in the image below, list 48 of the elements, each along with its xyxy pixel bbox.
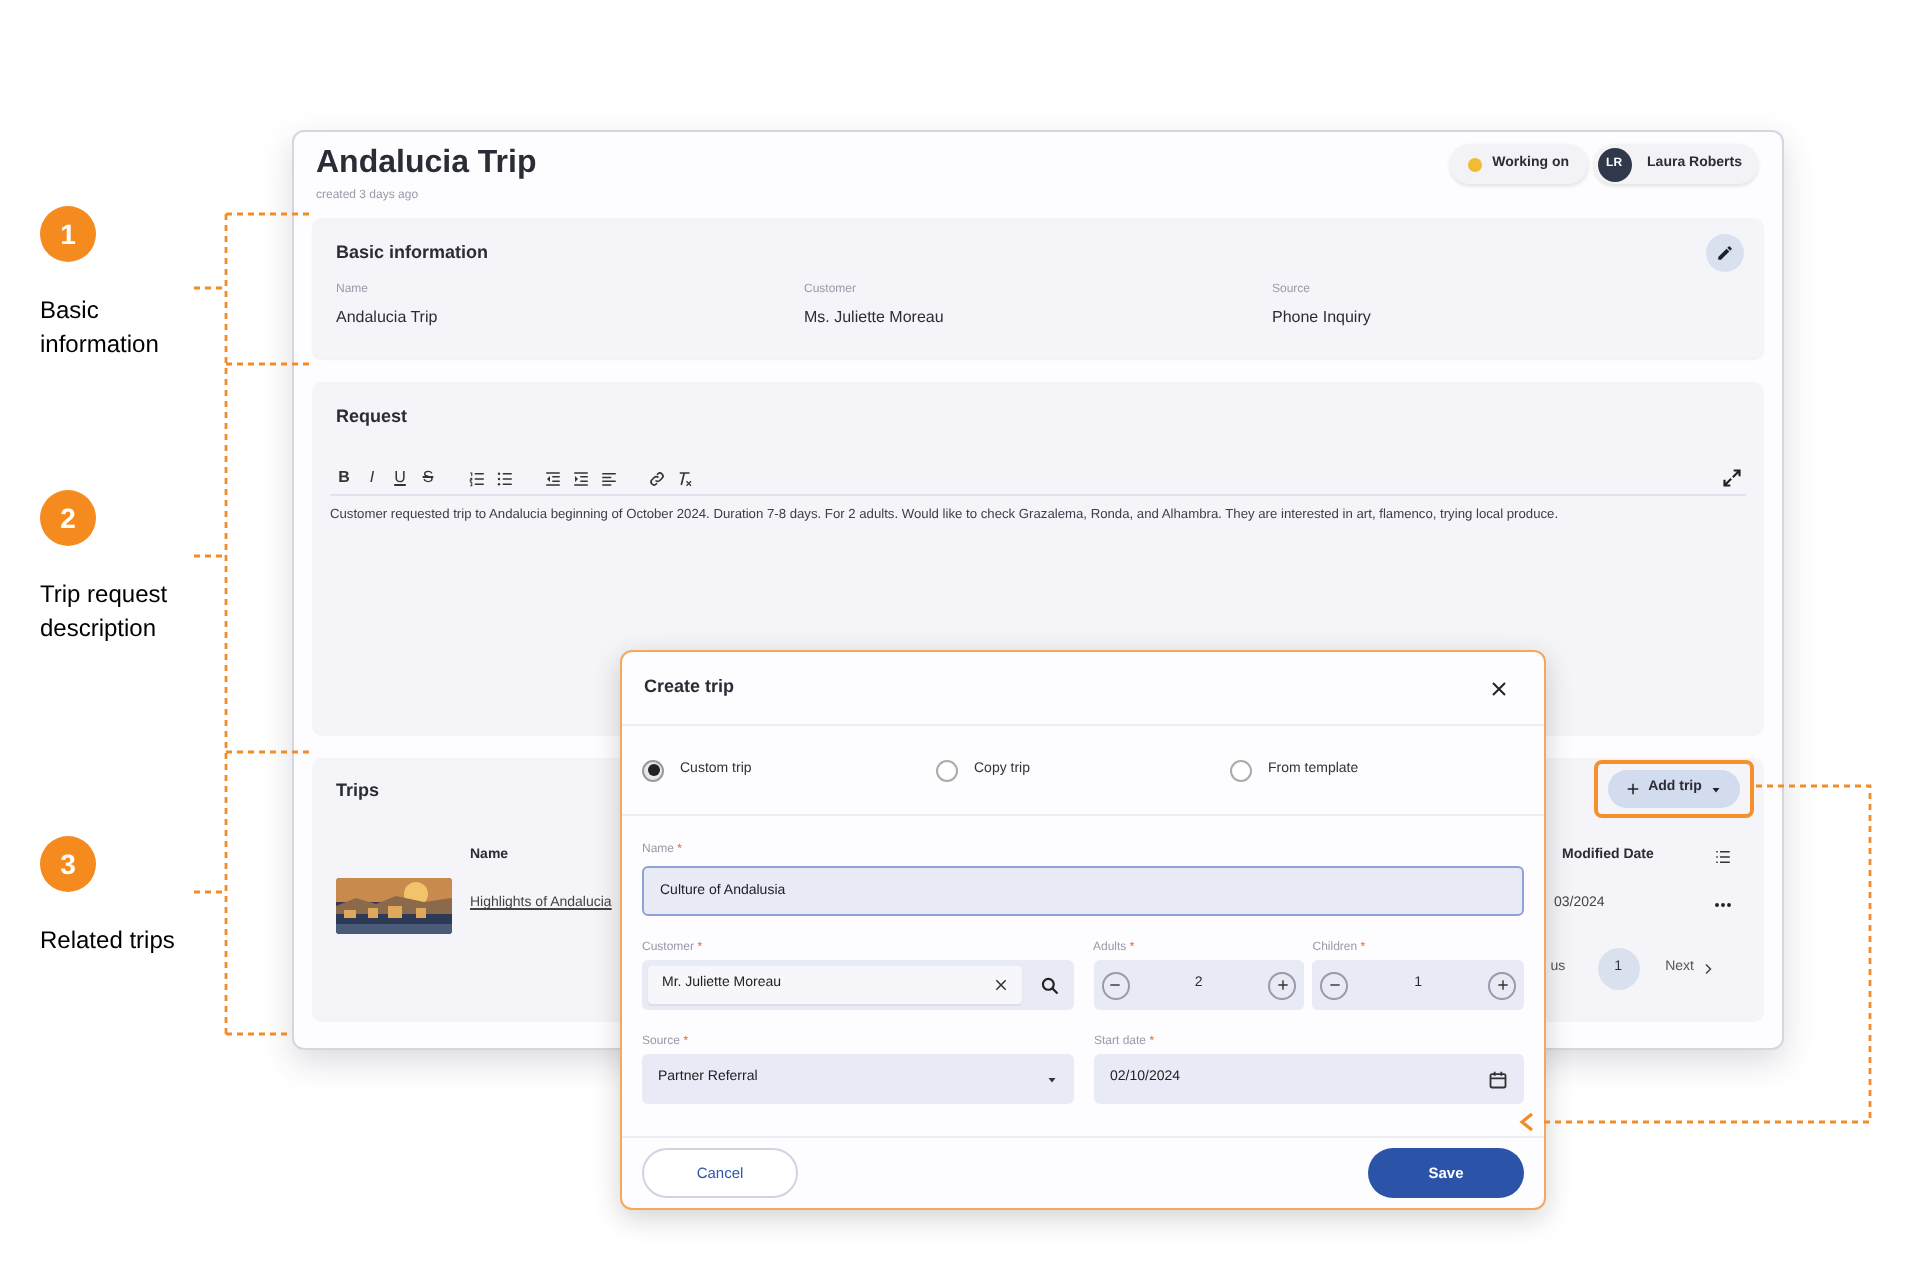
underline-button[interactable]: U [386, 464, 414, 492]
bold-button[interactable]: B [330, 464, 358, 492]
number-badge: 3 [40, 836, 96, 892]
minus-icon [1108, 978, 1122, 992]
number-badge: 2 [40, 490, 96, 546]
clear-format-icon[interactable] [675, 469, 693, 487]
outdent-icon[interactable] [543, 469, 561, 487]
increment-button[interactable] [1488, 971, 1516, 999]
decrement-button[interactable] [1101, 971, 1129, 999]
edit-button[interactable] [1706, 234, 1744, 272]
field-value: Phone Inquiry [1272, 306, 1373, 330]
radio-button[interactable] [936, 759, 958, 781]
field-value: Ms. Juliette Moreau [804, 306, 946, 330]
field-value: Andalucia Trip [336, 306, 440, 330]
increment-button[interactable] [1268, 971, 1297, 999]
plus-icon [1275, 978, 1290, 992]
radio-button[interactable] [1230, 759, 1252, 781]
annotation-label: Trip request description [40, 578, 170, 646]
page-title: Andalucia Trip [316, 144, 537, 184]
search-icon[interactable] [1039, 975, 1059, 995]
clear-icon[interactable] [993, 978, 1007, 992]
align-left-icon[interactable] [599, 469, 617, 487]
number-badge: 1 [40, 206, 96, 262]
section-title: Trips [336, 778, 380, 802]
link-icon[interactable] [647, 469, 665, 487]
indent-icon[interactable] [571, 469, 589, 487]
chevron-right-icon [1702, 961, 1714, 975]
expand-icon[interactable] [1722, 468, 1742, 488]
plus-icon [1626, 782, 1641, 796]
caret-icon [1709, 783, 1722, 795]
minus-icon [1327, 978, 1342, 992]
section-title: Basic information [336, 239, 489, 266]
annotation-label: Basic information [40, 294, 161, 362]
list-view-icon[interactable] [1713, 847, 1731, 865]
bullet-list-icon[interactable] [495, 469, 513, 487]
strike-button[interactable]: S [414, 464, 442, 492]
radio-button[interactable] [642, 759, 664, 781]
numbered-list-icon[interactable] [467, 469, 485, 487]
dialog-title: Create trip [644, 674, 735, 701]
section-title: Request [336, 404, 410, 431]
calendar-icon[interactable] [1488, 1069, 1508, 1089]
plus-icon [1495, 978, 1509, 992]
annotation-label: Related trips [40, 924, 177, 958]
pencil-icon [1716, 244, 1734, 262]
italic-button[interactable]: I [358, 464, 386, 492]
more-icon[interactable] [1713, 902, 1731, 908]
close-icon [1489, 679, 1507, 697]
caret-icon [1046, 1073, 1058, 1085]
